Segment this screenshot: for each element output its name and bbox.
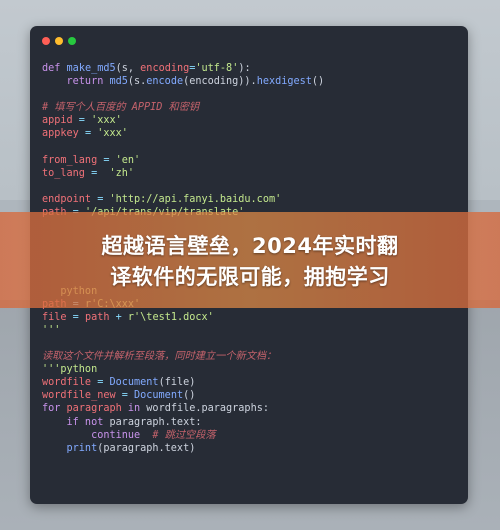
code-token: wordfile xyxy=(42,377,92,389)
code-token: ): xyxy=(238,63,251,74)
window-controls xyxy=(42,37,76,45)
code-token: for xyxy=(42,403,67,415)
code-token: to_lang xyxy=(42,167,85,179)
code-line: if not paragraph.text: xyxy=(42,416,458,429)
code-token: paragraph.text: xyxy=(109,416,202,428)
code-line: return md5(s.encode(encoding)).hexdigest… xyxy=(42,75,458,88)
code-token: (s. xyxy=(127,76,147,88)
code-token: wordfile_new xyxy=(42,390,116,402)
code-token: from_lang xyxy=(42,154,98,166)
code-line: ''' xyxy=(42,324,458,337)
close-dot-icon[interactable] xyxy=(42,37,50,45)
code-token: Document xyxy=(109,377,159,389)
code-token: encoding xyxy=(140,63,190,74)
code-token: + xyxy=(109,311,128,323)
code-token: ''' xyxy=(42,324,61,336)
code-line: def make_md5(s, encoding='utf-8'): xyxy=(42,62,458,75)
headline-banner xyxy=(0,212,500,308)
maximize-dot-icon[interactable] xyxy=(68,37,76,45)
code-token: 'zh' xyxy=(109,167,135,179)
code-token: appid xyxy=(42,115,73,127)
code-token: # 填写个人百度的 APPID 和密钥 xyxy=(42,102,200,114)
code-token: continue xyxy=(42,429,153,441)
code-token: = xyxy=(91,377,110,389)
code-token: if not xyxy=(42,416,110,428)
code-token: = xyxy=(115,390,135,402)
headline-line-2: 译软件的无限可能，拥抱学习 xyxy=(110,265,390,289)
code-token: md5 xyxy=(109,76,128,88)
code-line: continue # 跳过空段落 xyxy=(42,429,458,442)
code-line: appkey = 'xxx' xyxy=(42,127,458,140)
code-token: 读取这个文件并解析至段落，同时建立一个新文档： xyxy=(42,351,277,363)
code-line: wordfile = Document(file) xyxy=(42,376,458,389)
code-token: file xyxy=(42,311,67,323)
code-token: () xyxy=(183,390,196,402)
code-token: hexdigest xyxy=(256,76,312,88)
code-line: # 填写个人百度的 APPID 和密钥 xyxy=(42,101,458,114)
code-token: path xyxy=(84,311,110,323)
code-line: appid = 'xxx' xyxy=(42,114,458,127)
code-token: '''python xyxy=(42,364,98,376)
code-token: print xyxy=(42,442,98,454)
code-line: print(paragraph.text) xyxy=(42,442,458,455)
code-token: appkey xyxy=(42,128,79,140)
code-line: '''python xyxy=(42,363,458,376)
code-token: = xyxy=(97,154,116,166)
code-line: for paragraph in wordfile.paragraphs: xyxy=(42,402,458,415)
code-token: (paragraph.text) xyxy=(97,442,196,454)
code-token: wordfile.paragraphs: xyxy=(146,403,269,415)
code-token: 'http://api.fanyi.baidu.com' xyxy=(109,193,282,205)
code-token: () xyxy=(311,76,325,88)
code-token: def xyxy=(42,63,67,74)
code-line: 读取这个文件并解析至段落，同时建立一个新文档： xyxy=(42,350,458,363)
code-token: (file) xyxy=(158,377,196,389)
code-line: to_lang = 'zh' xyxy=(42,167,458,180)
code-token: = xyxy=(72,115,92,127)
code-token: = xyxy=(66,311,85,323)
code-line: file = path + r'\test1.docx' xyxy=(42,311,458,324)
code-token: (encoding)). xyxy=(183,76,257,88)
code-token: = xyxy=(78,128,98,140)
code-token: # 跳过空段落 xyxy=(152,429,216,441)
code-token: encode xyxy=(146,76,184,88)
headline-line-1: 超越语言壁垒，2024年实时翻 xyxy=(101,234,399,258)
code-token: paragraph xyxy=(66,403,128,415)
code-token: Document xyxy=(134,390,184,402)
code-token: return xyxy=(42,76,110,88)
code-line: wordfile_new = Document() xyxy=(42,389,458,402)
code-line: endpoint = 'http://api.fanyi.baidu.com' xyxy=(42,193,458,206)
minimize-dot-icon[interactable] xyxy=(55,37,63,45)
code-token: 'xxx' xyxy=(91,115,122,127)
code-token: = xyxy=(84,167,110,179)
code-token: r'\test1.docx' xyxy=(127,311,214,323)
code-token: 'utf-8' xyxy=(195,63,239,74)
code-token: (s, xyxy=(115,63,141,74)
code-token: 'xxx' xyxy=(97,128,128,140)
code-token: = xyxy=(91,193,110,205)
code-token: make_md5 xyxy=(66,63,116,74)
code-token: in xyxy=(127,403,147,415)
code-line: from_lang = 'en' xyxy=(42,154,458,167)
code-token: 'en' xyxy=(115,154,141,166)
code-token: endpoint xyxy=(42,193,92,205)
